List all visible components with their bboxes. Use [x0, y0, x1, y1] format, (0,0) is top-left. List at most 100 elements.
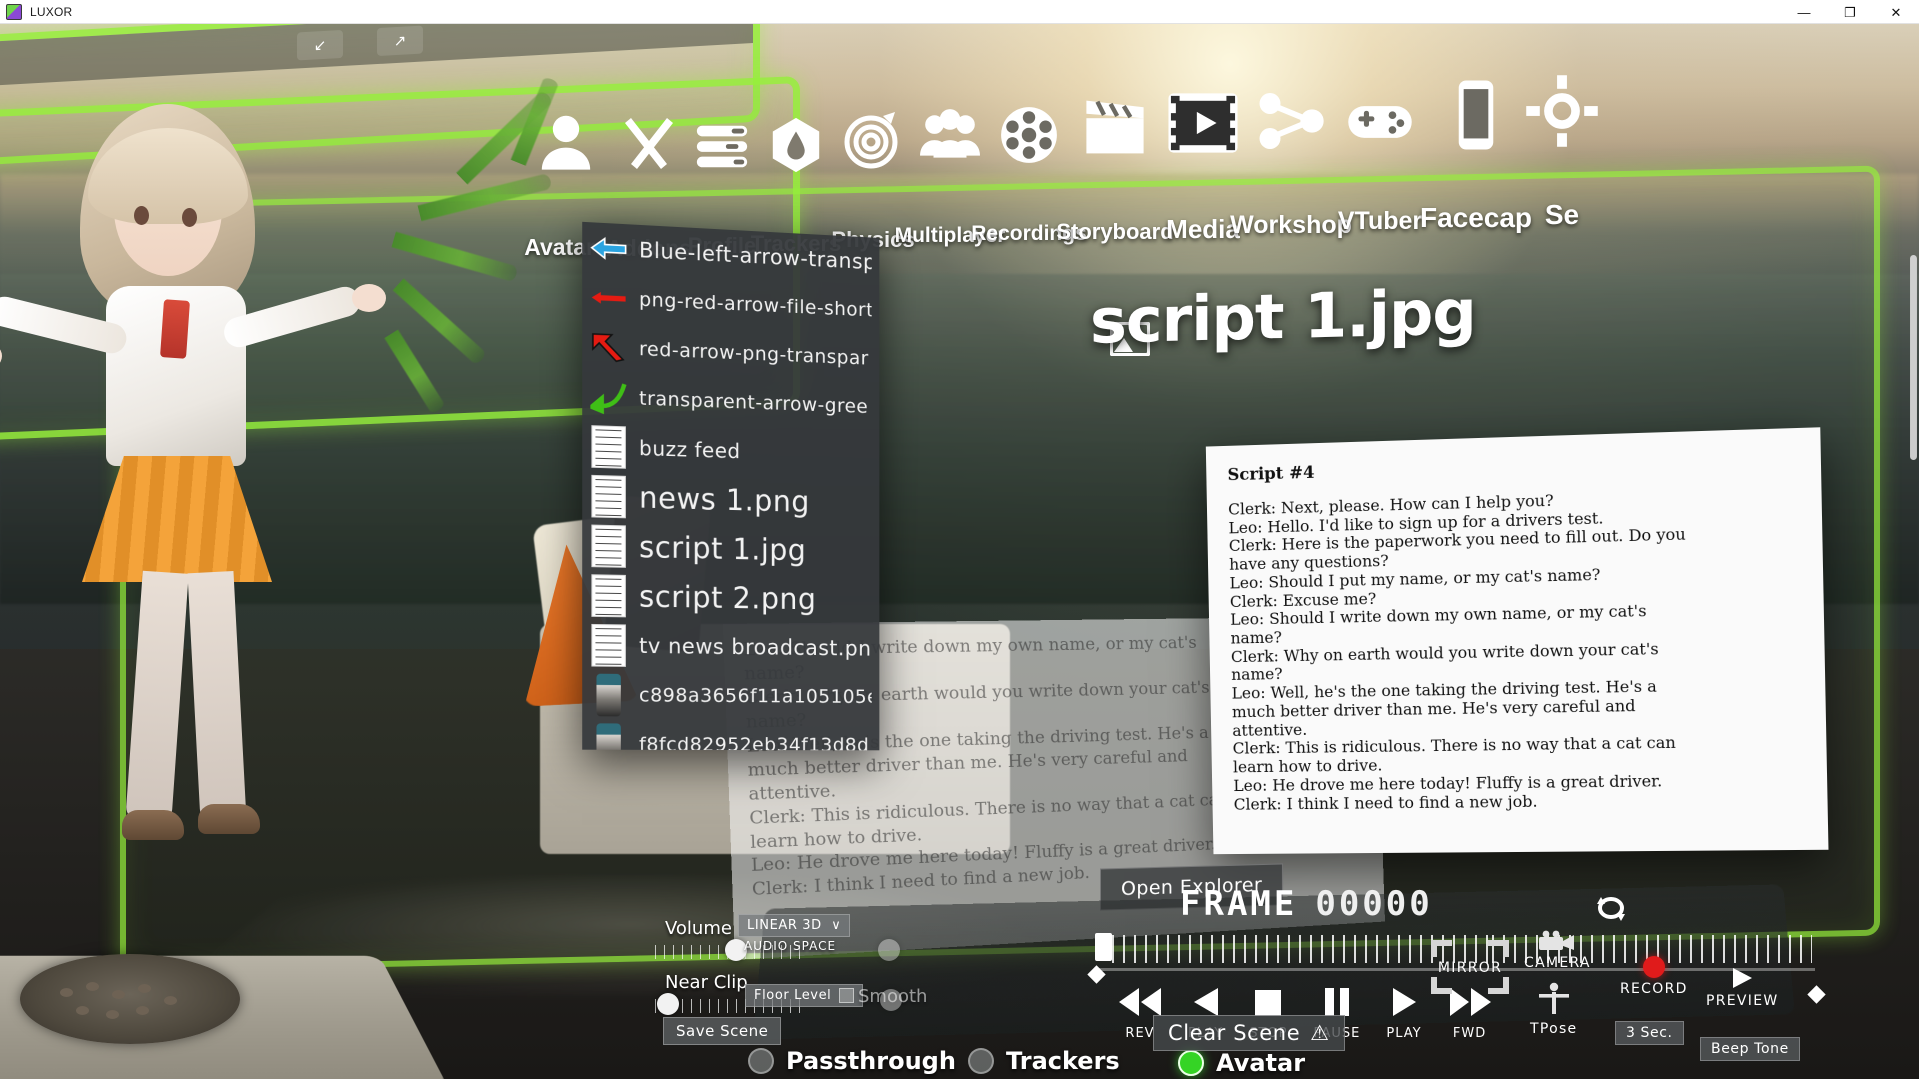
- file-name: f8fcd82952eb34f13d8d: [639, 733, 870, 751]
- file-name: script 1.jpg: [639, 529, 807, 568]
- file-thumbnail: [590, 374, 627, 420]
- file-name: transparent-arrow-gree: [639, 386, 869, 418]
- file-thumbnail: [590, 274, 627, 320]
- play-icon: [1390, 986, 1418, 1022]
- file-name: c898a3656f11a105105e: [639, 683, 872, 708]
- passthrough-radio[interactable]: [748, 1048, 774, 1074]
- file-thumbnail: [590, 622, 627, 667]
- avatar-necktie: [160, 299, 190, 359]
- floor-level-control[interactable]: Floor Level: [745, 984, 864, 1007]
- gamepad-icon: [1346, 88, 1414, 156]
- camera-icon: [1539, 930, 1575, 950]
- trackers-label: Trackers: [1006, 1047, 1120, 1075]
- clear-scene-button[interactable]: Clear Scene ⚠: [1153, 1015, 1345, 1051]
- clear-scene-label: Clear Scene: [1168, 1021, 1301, 1045]
- frame-number-display: 00000: [1315, 884, 1433, 924]
- frame-word-label: FRAME: [1180, 884, 1298, 924]
- file-thumbnail: [590, 225, 627, 271]
- camera-button[interactable]: CAMERA: [1524, 930, 1591, 971]
- script-doc-body: Clerk: Next, please. How can I help you?…: [1228, 485, 1805, 814]
- menu-item-label: VTuber: [1337, 207, 1423, 235]
- avatar-skirt: [82, 456, 272, 582]
- close-button[interactable]: ✕: [1873, 0, 1919, 24]
- avatar-leg-left: [125, 570, 189, 824]
- mirror-button[interactable]: MIRROR: [1430, 939, 1510, 995]
- smooth-slider-knob-upper[interactable]: [878, 939, 900, 961]
- file-name: news 1.png: [639, 479, 810, 519]
- minimize-button[interactable]: —: [1781, 0, 1827, 24]
- audio-space-value: LINEAR 3D: [747, 918, 822, 933]
- smooth-slider-knob-lower[interactable]: [880, 989, 902, 1011]
- play-icon: [1733, 968, 1753, 988]
- timeline-clip-handle[interactable]: [1095, 933, 1112, 961]
- transport-label: FWD: [1452, 1026, 1487, 1041]
- floor-level-toggle[interactable]: [839, 988, 855, 1003]
- file-list-item[interactable]: f8fcd82952eb34f13d8d: [582, 719, 879, 751]
- file-thumbnail: [590, 573, 627, 618]
- file-thumbnail: [590, 324, 627, 370]
- avatar-toggle-row[interactable]: Avatar: [1178, 1049, 1305, 1077]
- file-list-item[interactable]: news 1.png: [582, 471, 879, 528]
- timeline-marker-end[interactable]: [1807, 985, 1826, 1004]
- avatar-label: Avatar: [1216, 1049, 1306, 1077]
- file-list-item[interactable]: script 1.jpg: [582, 520, 879, 576]
- media-file-title: script 1.jpg: [1090, 275, 1476, 358]
- transport-play-button[interactable]: PLAY: [1386, 986, 1421, 1041]
- trackers-toggle-row[interactable]: Trackers: [968, 1047, 1120, 1075]
- record-label: RECORD: [1620, 981, 1688, 997]
- main-navigation-menu: AvatarsAddons ProfileTrackers Physics Mu…: [0, 30, 1919, 261]
- file-name: red-arrow-png-transpar: [639, 337, 869, 370]
- avatar-shoe-right: [198, 804, 260, 834]
- file-browser-scrollbar[interactable]: [1910, 254, 1917, 461]
- file-thumbnail: [590, 672, 627, 717]
- floor-level-label: Floor Level: [754, 988, 832, 1003]
- mirror-label: MIRROR: [1437, 960, 1503, 976]
- avatar-hand-right: [352, 284, 386, 312]
- menu-item-label: Storyboard: [1056, 219, 1174, 244]
- tpose-label: TPose: [1530, 1021, 1578, 1037]
- save-scene-button[interactable]: Save Scene: [663, 1017, 782, 1045]
- file-thumbnail: [590, 473, 627, 519]
- file-name: buzz feed: [639, 435, 741, 463]
- record-button[interactable]: RECORD: [1620, 956, 1688, 997]
- camera-label: CAMERA: [1524, 955, 1591, 971]
- trackers-radio[interactable]: [968, 1048, 994, 1074]
- script-doc-title: Script #4: [1227, 462, 1315, 486]
- avatar-leg-right: [187, 570, 247, 824]
- beep-tone-button[interactable]: Beep Tone: [1700, 1037, 1800, 1061]
- near-clip-slider-knob[interactable]: [657, 993, 679, 1015]
- warning-icon: ⚠: [1310, 1021, 1330, 1045]
- record-delay-button[interactable]: 3 Sec.: [1615, 1021, 1684, 1045]
- tpose-icon: [1538, 982, 1569, 1014]
- record-dot-icon: [1642, 956, 1665, 978]
- file-list-item[interactable]: script 2.png: [582, 570, 879, 624]
- file-list-item[interactable]: tv news broadcast.png: [582, 620, 879, 673]
- menu-item-label: Se: [1544, 199, 1580, 230]
- avatar-shoe-left: [122, 810, 184, 840]
- file-list-item[interactable]: c898a3656f11a105105e: [582, 669, 879, 720]
- chevron-down-icon: ∨: [826, 918, 842, 933]
- window-buttons: — ❐ ✕: [1781, 0, 1919, 23]
- loop-icon[interactable]: [1595, 895, 1627, 927]
- settings-icon: [1525, 74, 1599, 148]
- audio-space-dropdown[interactable]: LINEAR 3D ∨: [738, 914, 851, 937]
- avatar-arm-right: [220, 283, 364, 351]
- window-titlebar: LUXOR — ❐ ✕: [0, 0, 1919, 24]
- passthrough-label: Passthrough: [786, 1047, 956, 1075]
- preview-label: PREVIEW: [1706, 993, 1779, 1009]
- file-thumbnail: [590, 523, 627, 568]
- menu-item-se[interactable]: Se: [1492, 74, 1632, 230]
- tpose-button[interactable]: TPose: [1530, 982, 1577, 1037]
- menu-item-label: Media: [1166, 214, 1240, 244]
- passthrough-toggle-row[interactable]: Passthrough: [748, 1047, 956, 1075]
- maximize-button[interactable]: ❐: [1827, 0, 1873, 24]
- media-file-browser[interactable]: Blue-left-arrow-transpa png-red-arrow-fil…: [582, 221, 880, 751]
- menu-item-label: Workshop: [1230, 211, 1352, 239]
- script-document-preview[interactable]: Script #4 Clerk: Next, please. How can I…: [1205, 427, 1829, 855]
- volume-label: Volume: [665, 918, 732, 939]
- window-title: LUXOR: [30, 4, 73, 19]
- file-name: png-red-arrow-file-short: [639, 287, 872, 321]
- file-list-item[interactable]: buzz feed: [582, 421, 879, 480]
- avatar-radio[interactable]: [1178, 1050, 1204, 1076]
- preview-button[interactable]: PREVIEW: [1706, 966, 1779, 1009]
